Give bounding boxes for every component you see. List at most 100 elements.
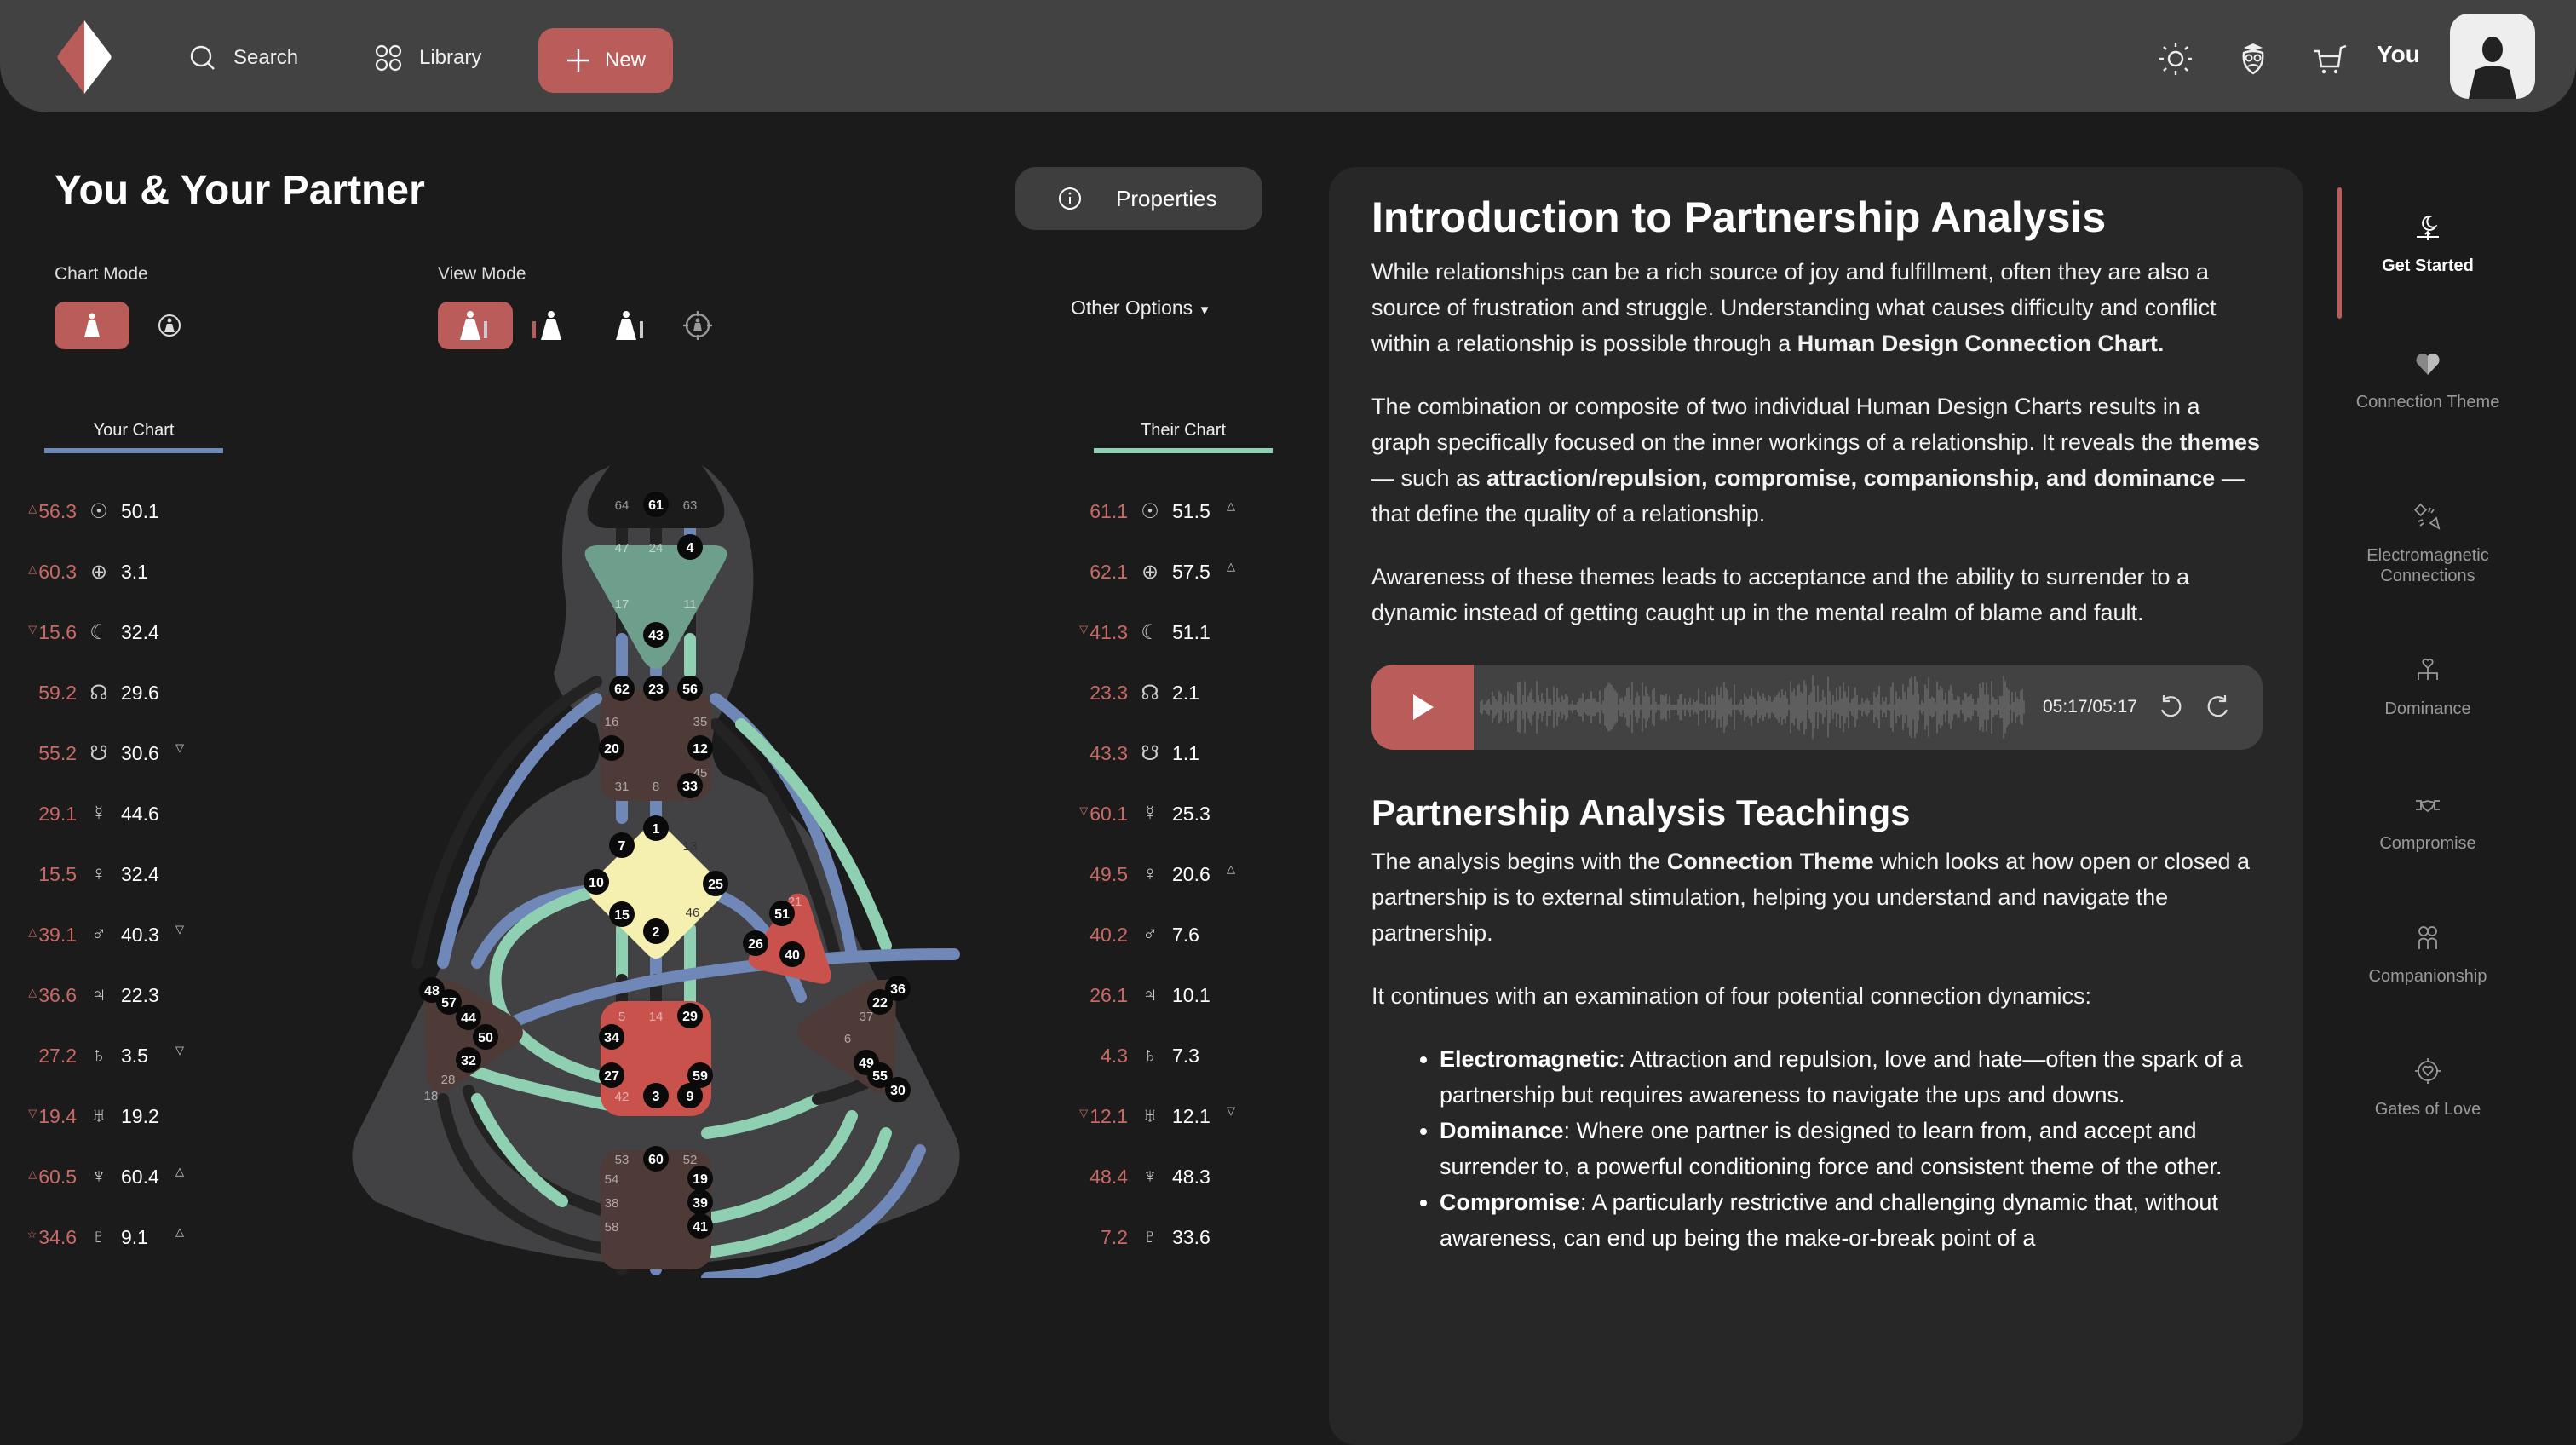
sidenav-label: Get Started	[2382, 256, 2474, 275]
design-gate-value: 62.1	[1090, 560, 1128, 583]
view-mode-composite-button[interactable]	[438, 302, 513, 349]
gate-number: 60	[648, 1153, 664, 1167]
sidenav-item-gates-of-love[interactable]: Gates of Love	[2343, 1056, 2513, 1120]
planet-row[interactable]: ▽19.4 ♅ 19.2	[0, 1099, 175, 1133]
planet-row[interactable]: 62.1 ⊕ 57.5 △	[1051, 555, 1235, 589]
planet-row[interactable]: 55.2 ☋ 30.6 ▽	[0, 736, 184, 770]
gate-number: 23	[648, 682, 664, 697]
bodygraph-circle-icon	[158, 314, 181, 337]
chart-mode-wheel-button[interactable]	[145, 302, 194, 349]
design-gate-value: 49.5	[1090, 862, 1128, 885]
view-mode-target-button[interactable]	[673, 302, 722, 349]
planet-symbol-icon: ♃	[1142, 983, 1158, 1006]
design-gate-value: △56.3	[28, 499, 77, 522]
view-mode-left-button[interactable]	[523, 302, 572, 349]
other-options-label: Other Options	[1071, 296, 1193, 319]
planet-row[interactable]: 26.1 ♃ 10.1	[1051, 978, 1227, 1012]
bodygraph: 64 61 6347 24 417 114362 23 5616 3520 124531 8 3317…	[352, 426, 960, 1278]
dynamics-list: Electromagnetic: Attraction and repulsio…	[1440, 1041, 2261, 1256]
gate-6: 6	[844, 1032, 851, 1046]
sidenav-item-compromise[interactable]: Compromise	[2343, 791, 2513, 854]
planet-row[interactable]: 4.3 ♄ 7.3	[1051, 1039, 1227, 1073]
planet-row[interactable]: 48.4 ♆ 48.3	[1051, 1160, 1227, 1194]
design-marker-icon: △	[28, 924, 37, 938]
planet-row[interactable]: ▽15.6 ☾ 32.4	[0, 615, 175, 649]
new-button[interactable]: New	[538, 28, 673, 93]
planet-row[interactable]: ▽41.3 ☾ 51.1	[1051, 615, 1227, 649]
diamond-logo-icon[interactable]	[46, 19, 123, 95]
planet-row[interactable]: △60.5 ♆ 60.4 △	[0, 1160, 184, 1194]
sun-icon[interactable]	[2158, 41, 2194, 77]
other-options-dropdown[interactable]: Other Options ▼	[1071, 296, 1210, 320]
planet-row[interactable]: △56.3 ☉ 50.1	[0, 494, 175, 528]
personality-gate-value: 20.6	[1172, 862, 1210, 885]
personality-gate-value: 9.1	[121, 1225, 148, 1248]
personality-gate-value: 3.1	[121, 560, 148, 583]
planet-row[interactable]: ☆34.6 ♇ 9.1 △	[0, 1220, 184, 1254]
audio-waveform[interactable]	[1479, 669, 2033, 746]
properties-button[interactable]: Properties	[1015, 167, 1262, 230]
teachings-title: Partnership Analysis Teachings	[1371, 792, 1911, 832]
planet-row[interactable]: ▽60.1 ☿ 25.3	[1051, 797, 1227, 831]
design-gate-value: △60.5	[28, 1165, 77, 1188]
view-mode-right-button[interactable]	[607, 302, 656, 349]
planet-row[interactable]: ▽12.1 ♅ 12.1 ▽	[1051, 1099, 1235, 1133]
their-chart-label: Their Chart	[1140, 421, 1227, 440]
planet-row[interactable]: 23.3 ☊ 2.1	[1051, 676, 1227, 710]
rewind-icon[interactable]	[2156, 693, 2185, 722]
planet-row[interactable]: 15.5 ♀ 32.4	[0, 857, 175, 891]
their-chart-tab[interactable]: Their Chart	[1094, 421, 1273, 453]
new-label: New	[604, 49, 646, 72]
page-title: You & Your Partner	[55, 168, 425, 213]
chart-mode-bodygraph-button[interactable]	[55, 302, 129, 349]
sidenav-item-connection-theme[interactable]: Connection Theme	[2343, 349, 2513, 412]
gate-31: 31	[615, 780, 630, 794]
gate-number: 10	[589, 876, 604, 890]
cart-icon[interactable]	[2312, 41, 2348, 77]
planet-row[interactable]: △39.1 ♂ 40.3 ▽	[0, 918, 184, 952]
planet-row[interactable]: △36.6 ♃ 22.3	[0, 978, 175, 1012]
owl-graduate-icon[interactable]	[2235, 41, 2271, 77]
avatar[interactable]	[2450, 14, 2535, 99]
sidenav-item-dominance[interactable]: Dominance	[2343, 656, 2513, 719]
sidenav-item-get-started[interactable]: Get Started	[2343, 213, 2513, 276]
gate-number: 19	[693, 1172, 708, 1187]
personality-gate-value: 29.6	[121, 681, 159, 704]
gate-number: 26	[748, 937, 763, 952]
personality-gate-value: 30.6	[121, 741, 159, 764]
planet-symbol-icon: ⊕	[89, 560, 108, 584]
planet-row[interactable]: 40.2 ♂ 7.6	[1051, 918, 1227, 952]
bodygraph-icon	[84, 313, 100, 337]
planet-symbol-icon: ♀	[91, 862, 106, 885]
sidenav-item-companionship[interactable]: Companionship	[2343, 924, 2513, 987]
planet-row[interactable]: 27.2 ♄ 3.5 ▽	[0, 1039, 184, 1073]
your-chart-label: Your Chart	[93, 421, 175, 440]
search-nav-button[interactable]: Search	[187, 32, 298, 83]
planet-row[interactable]: 7.2 ♇ 33.6	[1051, 1220, 1227, 1254]
planet-row[interactable]: 29.1 ☿ 44.6	[0, 797, 175, 831]
library-nav-button[interactable]: Library	[373, 32, 481, 83]
design-gate-value: ▽15.6	[28, 620, 77, 643]
design-marker-icon: ▽	[1079, 622, 1089, 636]
gate-number: 9	[687, 1090, 694, 1104]
forward-icon[interactable]	[2204, 693, 2233, 722]
gate-3: 3	[643, 1083, 669, 1108]
personality-gate-value: 48.3	[1172, 1165, 1210, 1188]
sidenav-label: Compromise	[2379, 834, 2476, 853]
planet-row[interactable]: △60.3 ⊕ 3.1	[0, 555, 175, 589]
properties-label: Properties	[1116, 185, 1217, 211]
planet-symbol-icon: ☾	[89, 620, 108, 644]
planet-row[interactable]: 61.1 ☉ 51.5 △	[1051, 494, 1235, 528]
play-button[interactable]	[1371, 665, 1474, 750]
gate-20: 20	[599, 735, 624, 761]
planet-row[interactable]: 43.3 ☋ 1.1	[1051, 736, 1227, 770]
gate-62: 62	[609, 676, 635, 701]
planet-row[interactable]: 49.5 ♀ 20.6 △	[1051, 857, 1235, 891]
grid-circles-icon	[375, 44, 402, 72]
planet-row[interactable]: 59.2 ☊ 29.6	[0, 676, 175, 710]
gate-41: 41	[687, 1213, 713, 1239]
sidenav-item-electromagnetic[interactable]: Electromagnetic Connections	[2343, 503, 2513, 586]
personality-gate-value: 7.3	[1172, 1044, 1199, 1067]
gate-12: 12	[687, 735, 713, 761]
your-chart-tab[interactable]: Your Chart	[44, 421, 223, 453]
